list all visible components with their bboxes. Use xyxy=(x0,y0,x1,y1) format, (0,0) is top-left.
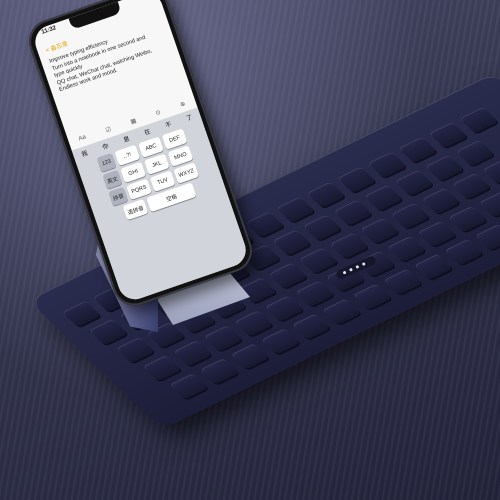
keyboard-key xyxy=(417,220,457,248)
status-time: 11:32 xyxy=(40,25,57,36)
keyboard-key xyxy=(245,211,285,238)
keyboard-key xyxy=(169,373,209,400)
keyboard-key xyxy=(173,340,213,367)
keyboard-key xyxy=(352,283,392,310)
keyboard-key xyxy=(291,313,331,340)
keyboard-key xyxy=(333,199,373,226)
keyboard-key xyxy=(482,158,500,185)
keyboard-key xyxy=(478,191,500,218)
keyboard-key xyxy=(306,181,346,208)
phone-notch xyxy=(68,1,122,30)
keyboard-key xyxy=(265,295,304,322)
checklist-icon[interactable]: ☑ xyxy=(105,125,112,133)
keyboard-key xyxy=(299,247,338,274)
keyboard-key xyxy=(364,184,403,211)
keyboard-key xyxy=(89,318,128,346)
candidate-word[interactable]: 你 xyxy=(101,140,110,151)
format-text-icon[interactable]: Aa xyxy=(78,134,87,142)
indicator-led xyxy=(355,264,360,269)
key-select-pinyin[interactable]: 选拼音 xyxy=(122,198,149,221)
keyboard-key xyxy=(360,217,400,244)
keyboard-key xyxy=(367,151,407,178)
keyboard-key xyxy=(448,205,488,233)
keyboard-key xyxy=(394,169,434,197)
keyboard-key xyxy=(203,325,243,352)
close-icon[interactable]: ⊗ xyxy=(179,100,186,108)
indicator-led xyxy=(348,267,353,272)
candidate-word[interactable]: 了 xyxy=(185,111,194,122)
keyboard-key xyxy=(444,238,484,266)
keyboard-key xyxy=(383,268,423,295)
key-pinyin[interactable]: 拼音 xyxy=(108,186,129,207)
indicator-led xyxy=(342,270,347,275)
keyboard-key xyxy=(115,336,155,364)
keyboard-key xyxy=(337,166,376,193)
candidate-word[interactable]: 不 xyxy=(164,119,173,129)
keyboard-key xyxy=(261,328,300,355)
keyboard-key xyxy=(425,154,464,182)
keyboard-key xyxy=(459,107,499,134)
notes-back-link[interactable]: < 备忘录 xyxy=(44,38,69,54)
candidate-word[interactable]: 在 xyxy=(143,126,152,137)
smartphone: 11:32 < 备忘录 Improve typing efficiency Tu… xyxy=(23,0,258,312)
keyboard-key xyxy=(62,300,101,327)
keyboard-key xyxy=(475,224,500,251)
candidate-word[interactable]: 是 xyxy=(122,133,131,144)
keyboard-key xyxy=(295,280,335,307)
keyboard-key xyxy=(390,202,430,229)
keyboard-key xyxy=(322,298,362,325)
candidate-word[interactable]: 我 xyxy=(80,147,89,158)
keyboard-key xyxy=(421,187,461,215)
key-english[interactable]: 英文 xyxy=(102,169,123,190)
indicator-led xyxy=(361,262,366,267)
phone-screen: 11:32 < 备忘录 Improve typing efficiency Tu… xyxy=(30,0,251,304)
keyboard-key xyxy=(387,235,426,262)
keyboard-key xyxy=(428,121,468,149)
camera-icon[interactable]: ⊙ xyxy=(155,108,162,116)
keyboard-key xyxy=(276,196,315,223)
keyboard-key xyxy=(142,355,182,382)
keyboard-key xyxy=(272,229,312,256)
keyboard-key xyxy=(230,343,270,370)
note-text[interactable]: Improve typing efficiency Turn into a no… xyxy=(49,21,173,95)
keyboard-key xyxy=(234,310,274,337)
keyboard-key xyxy=(414,253,453,281)
keyboard-key xyxy=(455,140,495,167)
keyboard-key xyxy=(268,262,308,289)
keyboard-key xyxy=(452,172,491,200)
keyboard-key xyxy=(303,214,342,241)
keyboard-key xyxy=(200,358,239,385)
key-123[interactable]: 123 xyxy=(96,152,117,173)
keyboard-key xyxy=(398,136,438,164)
table-icon[interactable]: ▦ xyxy=(129,117,137,126)
keyboard-key xyxy=(329,232,369,259)
photo-scene: 11:32 < 备忘录 Improve typing efficiency Tu… xyxy=(0,0,500,500)
